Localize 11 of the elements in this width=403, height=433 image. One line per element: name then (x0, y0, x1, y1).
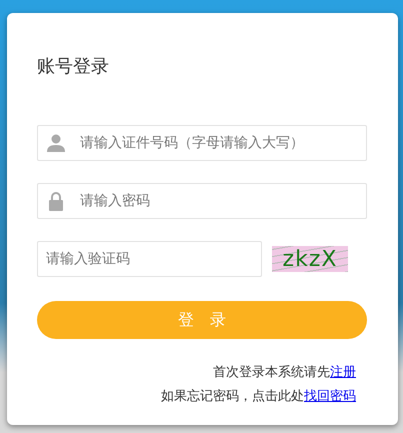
help-text: 如果忘记密码，点击此处 (161, 389, 304, 404)
user-icon (47, 134, 65, 152)
password-field[interactable]: 请输入密码 (37, 183, 367, 219)
login-title: 账号登录 (37, 55, 110, 79)
help-text: 首次登录本系统请先 (213, 365, 330, 380)
lock-icon (49, 192, 63, 210)
help-link[interactable]: 找回密码 (304, 389, 356, 404)
id-number-field[interactable]: 请输入证件号码（字母请输入大写） (37, 125, 367, 161)
captcha-field[interactable]: 请输入验证码 (37, 241, 262, 277)
captcha-image[interactable]: zkzX (272, 246, 348, 272)
help-link[interactable]: 注册 (330, 365, 356, 380)
